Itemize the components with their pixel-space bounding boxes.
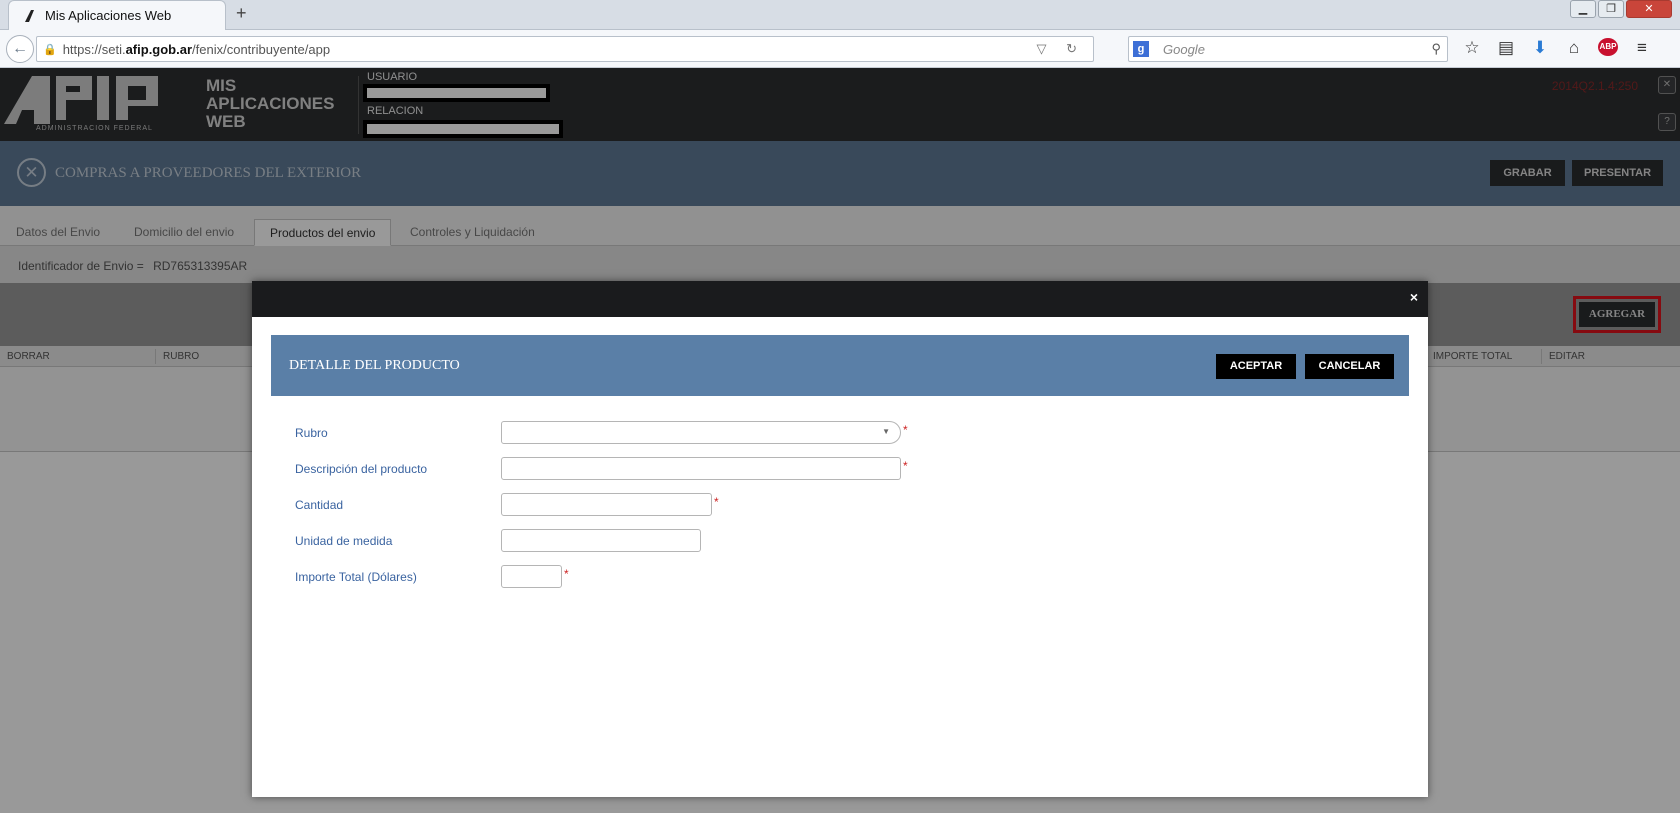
cantidad-input[interactable] xyxy=(501,493,712,516)
restore-icon[interactable]: ❐ xyxy=(1598,0,1624,18)
url-domain: afip.gob.ar xyxy=(125,41,193,57)
search-placeholder: Google xyxy=(1163,41,1205,57)
modal-close-icon[interactable]: × xyxy=(1410,289,1418,305)
cantidad-required-mark: * xyxy=(714,495,719,509)
browser-toolbar: ☆ ▤ ⬇ ⌂ ABP ≡ xyxy=(1462,38,1652,58)
bookmarks-list-icon[interactable]: ▤ xyxy=(1496,38,1516,58)
reload-icon[interactable]: ▽ ↻ xyxy=(1036,41,1085,57)
search-input[interactable]: g Google ⚲ xyxy=(1128,36,1448,62)
lock-icon: 🔒 xyxy=(43,43,57,56)
rubro-select[interactable]: ▼ xyxy=(501,421,901,444)
descripcion-required-mark: * xyxy=(903,459,908,473)
rubro-required-mark: * xyxy=(903,423,908,437)
unidad-input[interactable] xyxy=(501,529,701,552)
window-controls: ▁ ❐ ✕ xyxy=(1570,0,1672,18)
chevron-down-icon: ▼ xyxy=(882,427,890,436)
browser-tabbar: Mis Aplicaciones Web + ▁ ❐ ✕ xyxy=(0,0,1680,30)
download-icon[interactable]: ⬇ xyxy=(1530,38,1550,58)
importe-input[interactable] xyxy=(501,565,562,588)
adblock-icon[interactable]: ABP xyxy=(1598,38,1618,56)
importe-label: Importe Total (Dólares) xyxy=(295,570,417,584)
rubro-label: Rubro xyxy=(295,426,328,440)
browser-navbar: ← 🔒 https://seti. afip.gob.ar/fenix/contr… xyxy=(0,30,1680,68)
cancelar-button[interactable]: CANCELAR xyxy=(1305,354,1394,379)
cantidad-label: Cantidad xyxy=(295,498,344,512)
home-icon[interactable]: ⌂ xyxy=(1564,38,1584,58)
bookmark-star-icon[interactable]: ☆ xyxy=(1462,38,1482,58)
url-prefix: https://seti. xyxy=(62,41,126,57)
descripcion-input[interactable] xyxy=(501,457,901,480)
importe-required-mark: * xyxy=(564,567,569,581)
detail-header: DETALLE DEL PRODUCTO ACEPTAR CANCELAR xyxy=(271,335,1409,396)
url-bar[interactable]: 🔒 https://seti. afip.gob.ar/fenix/contrib… xyxy=(36,36,1094,62)
modal-header: × xyxy=(252,281,1428,317)
browser-tab[interactable]: Mis Aplicaciones Web xyxy=(8,0,226,30)
minimize-icon[interactable]: ▁ xyxy=(1570,0,1596,18)
afip-favicon-icon xyxy=(25,9,34,22)
back-arrow-icon[interactable]: ← xyxy=(6,35,34,63)
detail-title: DETALLE DEL PRODUCTO xyxy=(289,358,460,373)
unidad-label: Unidad de medida xyxy=(295,534,393,548)
url-path: /fenix/contribuyente/app xyxy=(192,41,331,57)
google-engine-icon[interactable]: g xyxy=(1133,41,1149,57)
new-tab-button[interactable]: + xyxy=(236,3,247,24)
descripcion-label: Descripción del producto xyxy=(295,462,428,476)
menu-icon[interactable]: ≡ xyxy=(1632,38,1652,58)
aceptar-button[interactable]: ACEPTAR xyxy=(1216,354,1296,379)
search-icon[interactable]: ⚲ xyxy=(1431,41,1441,57)
browser-tab-title: Mis Aplicaciones Web xyxy=(45,8,172,23)
product-detail-modal: × DETALLE DEL PRODUCTO ACEPTAR CANCELAR … xyxy=(252,281,1428,797)
window-close-icon[interactable]: ✕ xyxy=(1626,0,1672,18)
